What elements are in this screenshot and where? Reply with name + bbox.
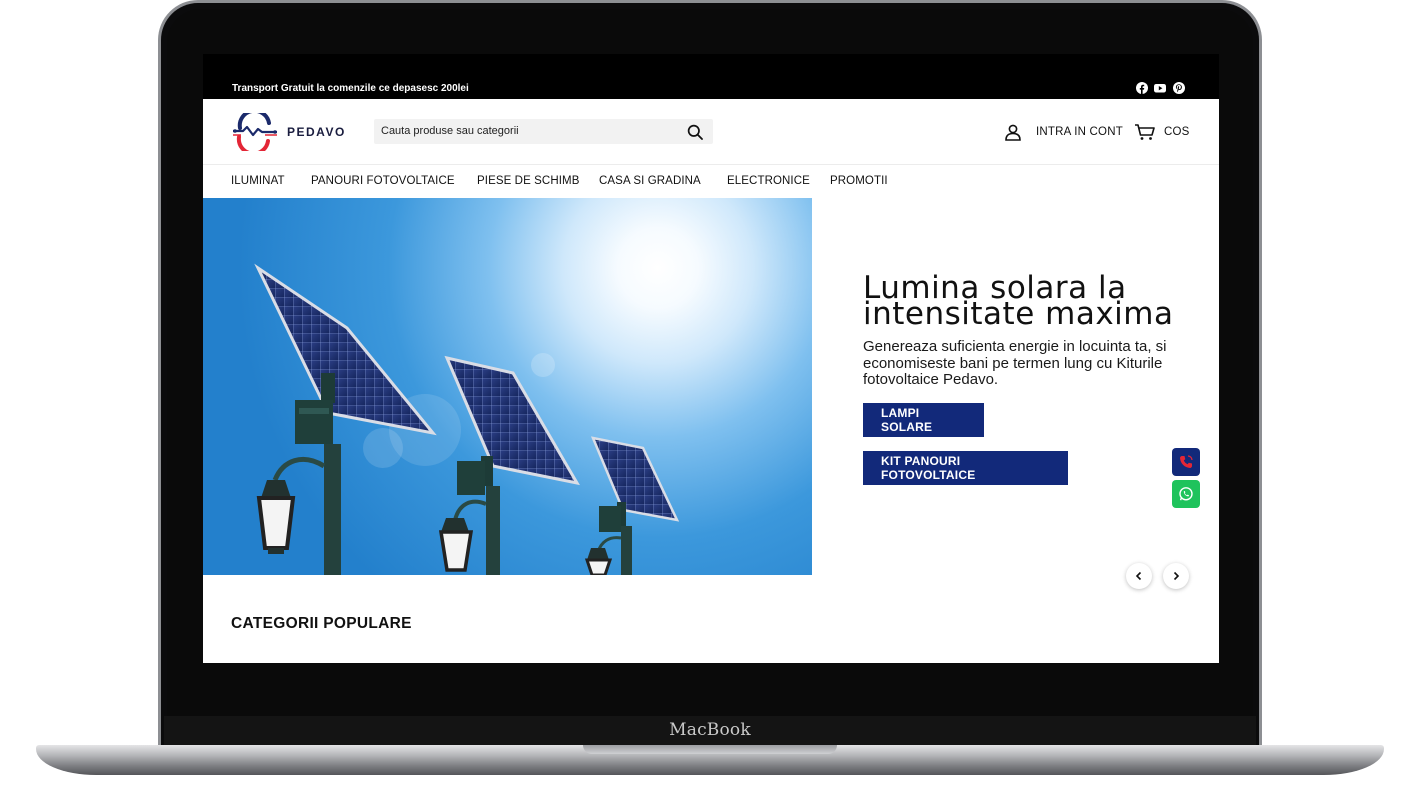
nav-item-piese-de-schimb[interactable]: PIESE DE SCHIMB: [477, 175, 579, 187]
chevron-right-icon: [1173, 571, 1180, 581]
search-icon[interactable]: [687, 124, 703, 140]
chevron-left-icon: [1135, 571, 1142, 581]
hero-title-line2: intensitate maxima: [863, 296, 1174, 332]
youtube-icon[interactable]: [1154, 82, 1166, 94]
device-brand-label: MacBook: [669, 720, 751, 740]
lampi-solare-button[interactable]: LAMPI SOLARE: [863, 403, 984, 437]
hero-subtitle: Genereaza suficienta energie in locuinta…: [863, 338, 1167, 388]
nav-item-promotii[interactable]: PROMOTII: [830, 175, 888, 187]
phone-icon: [1180, 455, 1193, 468]
announcement-text: Transport Gratuit la comenzile ce depase…: [232, 83, 469, 94]
slider-prev-button[interactable]: [1126, 563, 1152, 589]
store-page: PEDAVO Cauta produse sau categorii INTRA…: [203, 99, 1219, 663]
popular-categories-title: CATEGORII POPULARE: [231, 615, 412, 632]
nav-item-panouri-fotovoltaice[interactable]: PANOURI FOTOVOLTAICE: [311, 175, 455, 187]
logo-text[interactable]: PEDAVO: [287, 125, 346, 139]
user-icon: [1005, 124, 1021, 141]
solar-lamps-illustration: [254, 263, 680, 575]
hero-title: Lumina solara la intensitate maxima: [863, 273, 1174, 332]
slider-next-button[interactable]: [1163, 563, 1189, 589]
laptop-hinge-notch: [583, 745, 837, 754]
pinterest-icon[interactable]: [1173, 82, 1185, 94]
main-nav: ILUMINAT PANOURI FOTOVOLTAICE PIESE DE S…: [203, 165, 1219, 198]
whatsapp-contact-button[interactable]: [1172, 480, 1200, 508]
nav-item-iluminat[interactable]: ILUMINAT: [231, 175, 285, 187]
facebook-icon[interactable]: [1136, 82, 1148, 94]
search-input[interactable]: Cauta produse sau categorii: [374, 119, 713, 144]
cart-label: COS: [1164, 126, 1190, 138]
nav-item-casa-si-gradina[interactable]: CASA SI GRADINA: [599, 175, 701, 187]
hero-image: [203, 198, 812, 575]
cart-link[interactable]: COS: [1134, 122, 1190, 142]
kit-panouri-button[interactable]: KIT PANOURI FOTOVOLTAICE: [863, 451, 1068, 485]
phone-contact-button[interactable]: [1172, 448, 1200, 476]
nav-item-electronice[interactable]: ELECTRONICE: [727, 175, 810, 187]
search-placeholder: Cauta produse sau categorii: [381, 125, 519, 137]
whatsapp-icon: [1179, 487, 1193, 501]
laptop-screen: Transport Gratuit la comenzile ce depase…: [203, 54, 1219, 689]
account-label: INTRA IN CONT: [1036, 126, 1123, 138]
announcement-bar: Transport Gratuit la comenzile ce depase…: [203, 54, 1219, 99]
cart-icon: [1135, 124, 1155, 140]
account-link[interactable]: INTRA IN CONT: [1004, 123, 1123, 141]
